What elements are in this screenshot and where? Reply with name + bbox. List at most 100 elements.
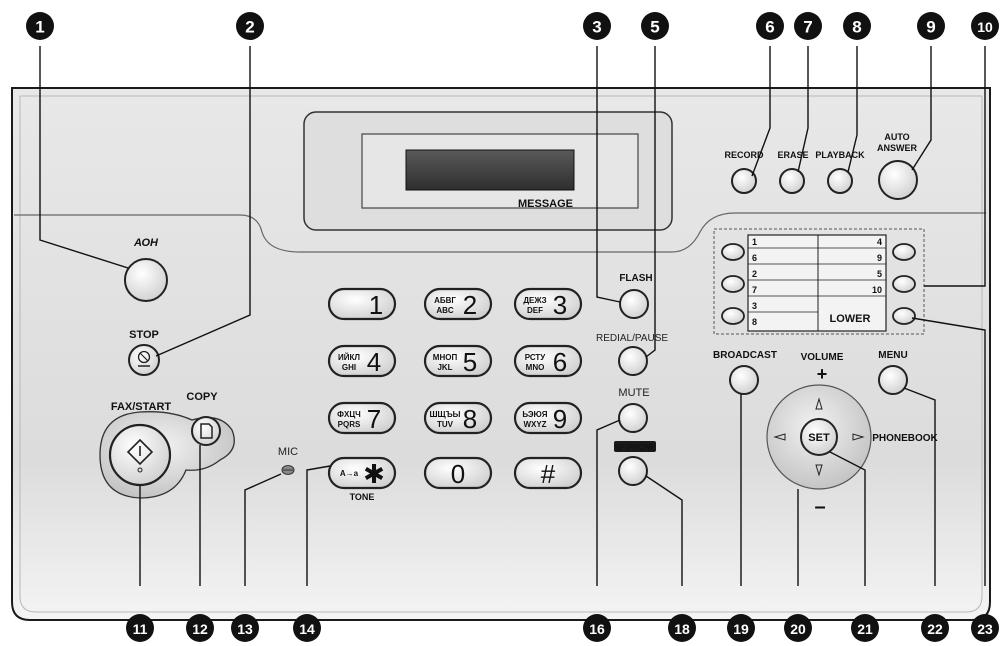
key-cyrillic-letters: РСТУ: [525, 353, 547, 362]
auto-answer-label-1: AUTO: [884, 132, 909, 142]
one-touch-key-2[interactable]: [721, 275, 745, 293]
one-touch-key-4[interactable]: [892, 243, 916, 261]
callout-1: 1: [26, 12, 54, 40]
callout-number: 16: [589, 621, 605, 637]
key-digit: 9: [553, 404, 567, 434]
callout-20: 20: [784, 614, 812, 642]
one-touch-station-right: 10: [872, 285, 882, 295]
callout-number: 13: [237, 621, 253, 637]
callout-number: 10: [977, 19, 993, 35]
auto-answer-button[interactable]: [878, 160, 918, 200]
callout-13: 13: [231, 614, 259, 642]
callout-14: 14: [293, 614, 321, 642]
callout-number: 23: [977, 621, 993, 637]
mute-button[interactable]: [618, 403, 648, 433]
fax-front-panel-diagram: MESSAGE АОН STOP FAX/START COPY MIC 1 2АБ…: [11, 12, 999, 642]
phonebook-label: PHONEBOOK: [872, 433, 938, 444]
playback-label: PLAYBACK: [815, 150, 865, 160]
broadcast-button[interactable]: [729, 365, 759, 395]
key-latin-letters: PQRS: [338, 420, 361, 429]
callout-number: 12: [192, 621, 208, 637]
one-touch-station-left: 2: [752, 269, 757, 279]
callout-number: 20: [790, 621, 806, 637]
key-9[interactable]: 9 ЬЭЮЯWXYZ: [513, 401, 583, 435]
callout-19: 19: [727, 614, 755, 642]
lcd-screen: [405, 149, 575, 191]
menu-label: MENU: [878, 350, 907, 361]
callout-23: 23: [971, 614, 999, 642]
mute-label: MUTE: [618, 387, 649, 399]
tone-label: TONE: [350, 492, 375, 502]
auto-answer-label-2: ANSWER: [877, 143, 917, 153]
callout-10: 10: [971, 12, 999, 40]
record-button[interactable]: [731, 168, 757, 194]
key-3[interactable]: 3 ДЕЖЗDEF: [513, 287, 583, 321]
sp-phone-label: SP-PHONE: [614, 443, 656, 452]
key-latin-letters: MNO: [526, 363, 545, 372]
one-touch-station-left: 1: [752, 237, 757, 247]
key-digit: 4: [367, 347, 381, 377]
lower-label: LOWER: [830, 313, 871, 325]
callout-21: 21: [851, 614, 879, 642]
playback-button[interactable]: [827, 168, 853, 194]
one-touch-key-6[interactable]: [892, 307, 916, 325]
broadcast-label: BROADCAST: [713, 350, 777, 361]
copy-button[interactable]: [191, 416, 221, 446]
key-7[interactable]: 7 ФХЦЧPQRS: [327, 401, 397, 435]
aon-label: АОН: [133, 237, 159, 249]
callout-number: 7: [803, 18, 812, 37]
callout-5: 5: [641, 12, 669, 40]
key-latin-letters: DEF: [527, 306, 543, 315]
callout-12: 12: [186, 614, 214, 642]
callout-number: 9: [926, 18, 935, 37]
key-cyrillic-letters: ИЙКЛ: [338, 353, 360, 362]
callout-8: 8: [843, 12, 871, 40]
key-cyrillic-letters: A→a: [340, 469, 359, 478]
set-label: SET: [808, 432, 830, 444]
erase-button[interactable]: [779, 168, 805, 194]
key-5[interactable]: 5 МНОПJKL: [423, 344, 493, 378]
callout-2: 2: [236, 12, 264, 40]
menu-button[interactable]: [878, 365, 908, 395]
one-touch-station-right: 9: [877, 253, 882, 263]
key-latin-letters: JKL: [437, 363, 452, 372]
flash-label: FLASH: [619, 273, 652, 284]
key-10[interactable]: ✱ A→a: [327, 456, 397, 490]
mic-icon: [281, 465, 295, 475]
callout-number: 1: [35, 18, 44, 37]
key-latin-letters: GHI: [342, 363, 356, 372]
key-12[interactable]: #: [513, 456, 583, 490]
aon-button[interactable]: [124, 258, 168, 302]
stop-button[interactable]: [128, 344, 160, 376]
one-touch-station-left: 6: [752, 253, 757, 263]
sp-phone-button[interactable]: [618, 456, 648, 486]
one-touch-key-5[interactable]: [892, 275, 916, 293]
one-touch-key-1[interactable]: [721, 243, 745, 261]
one-touch-station-right: 5: [877, 269, 882, 279]
key-2[interactable]: 2 АБВГABC: [423, 287, 493, 321]
one-touch-key-3[interactable]: [721, 307, 745, 325]
callout-number: 18: [674, 621, 690, 637]
key-digit: 6: [553, 347, 567, 377]
callout-3: 3: [583, 12, 611, 40]
flash-button[interactable]: [619, 289, 649, 319]
key-cyrillic-letters: ЬЭЮЯ: [522, 410, 547, 419]
volume-plus: +: [817, 364, 828, 384]
one-touch-station-left: 3: [752, 301, 757, 311]
key-digit: 7: [367, 404, 381, 434]
one-touch-station-left: 7: [752, 285, 757, 295]
key-cyrillic-letters: ШЩЪЫ: [430, 410, 461, 419]
key-11[interactable]: 0: [423, 456, 493, 490]
copy-label: COPY: [186, 391, 218, 403]
key-digit: ✱: [363, 459, 385, 489]
one-touch-station-right: 4: [877, 237, 882, 247]
redial-pause-button[interactable]: [618, 346, 648, 376]
key-cyrillic-letters: МНОП: [433, 353, 458, 362]
key-1[interactable]: 1: [327, 287, 397, 321]
callout-number: 2: [245, 18, 254, 37]
key-digit: 2: [463, 290, 477, 320]
key-6[interactable]: 6 РСТУMNO: [513, 344, 583, 378]
key-8[interactable]: 8ШЩЪЫTUV: [423, 401, 493, 435]
key-4[interactable]: 4 ИЙКЛGHI: [327, 344, 397, 378]
callout-number: 19: [733, 621, 749, 637]
